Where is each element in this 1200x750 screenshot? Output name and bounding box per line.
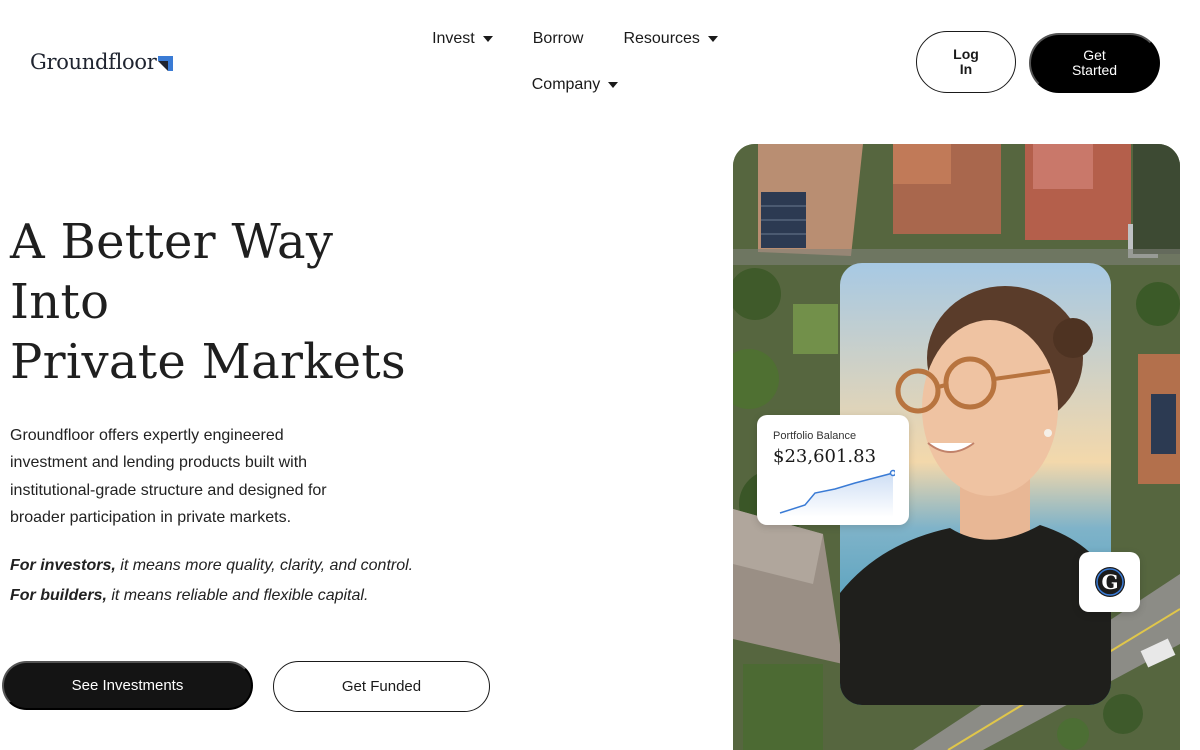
groundfloor-g-icon: G: [1079, 552, 1140, 612]
caret-down-icon: [482, 36, 493, 42]
tagline-investors: For investors, it means more quality, cl…: [10, 557, 413, 575]
tagline-investors-bold: For investors,: [10, 557, 116, 574]
tagline-investors-text: it means more quality, clarity, and cont…: [115, 557, 414, 574]
logo-mark-icon: [158, 55, 174, 71]
see-investments-button[interactable]: See Investments: [2, 661, 253, 710]
nav-invest-label: Invest: [432, 30, 475, 47]
hero-title-line: Into: [10, 274, 110, 330]
get-started-button[interactable]: Get Started: [1029, 33, 1160, 93]
portfolio-balance-value: $23,601.83: [773, 446, 877, 467]
caret-down-icon: [707, 36, 718, 42]
get-funded-button[interactable]: Get Funded: [273, 661, 490, 712]
tagline-builders-bold: For builders,: [10, 587, 107, 604]
logo[interactable]: Groundfloor: [30, 50, 174, 74]
nav-borrow[interactable]: Borrow: [513, 30, 604, 48]
portfolio-balance-label: Portfolio Balance: [773, 430, 857, 442]
nav-resources[interactable]: Resources: [603, 30, 737, 48]
portfolio-balance-card: Portfolio Balance $23,601.83: [757, 415, 909, 525]
hero-title: A Better Way Into Private Markets: [10, 212, 406, 392]
badge-letter: G: [1101, 570, 1118, 594]
nav-resources-label: Resources: [623, 30, 700, 47]
hero-title-line: Private Markets: [10, 334, 406, 390]
caret-down-icon: [608, 82, 619, 88]
logo-text: Groundfloor: [30, 50, 157, 74]
main-nav: Invest Borrow Resources Company: [410, 22, 740, 102]
tagline-builders: For builders, it means reliable and flex…: [10, 587, 368, 605]
tagline-builders-text: it means reliable and flexible capital.: [106, 587, 369, 604]
login-button[interactable]: Log In: [916, 31, 1016, 93]
hero-description: Groundfloor offers expertly engineered i…: [10, 427, 327, 526]
nav-company[interactable]: Company: [512, 76, 638, 94]
nav-invest[interactable]: Invest: [412, 30, 513, 48]
balance-trend-sparkline: [779, 469, 895, 517]
nav-company-label: Company: [531, 76, 601, 93]
nav-borrow-label: Borrow: [532, 30, 584, 47]
hero-title-line: A Better Way: [10, 214, 334, 270]
